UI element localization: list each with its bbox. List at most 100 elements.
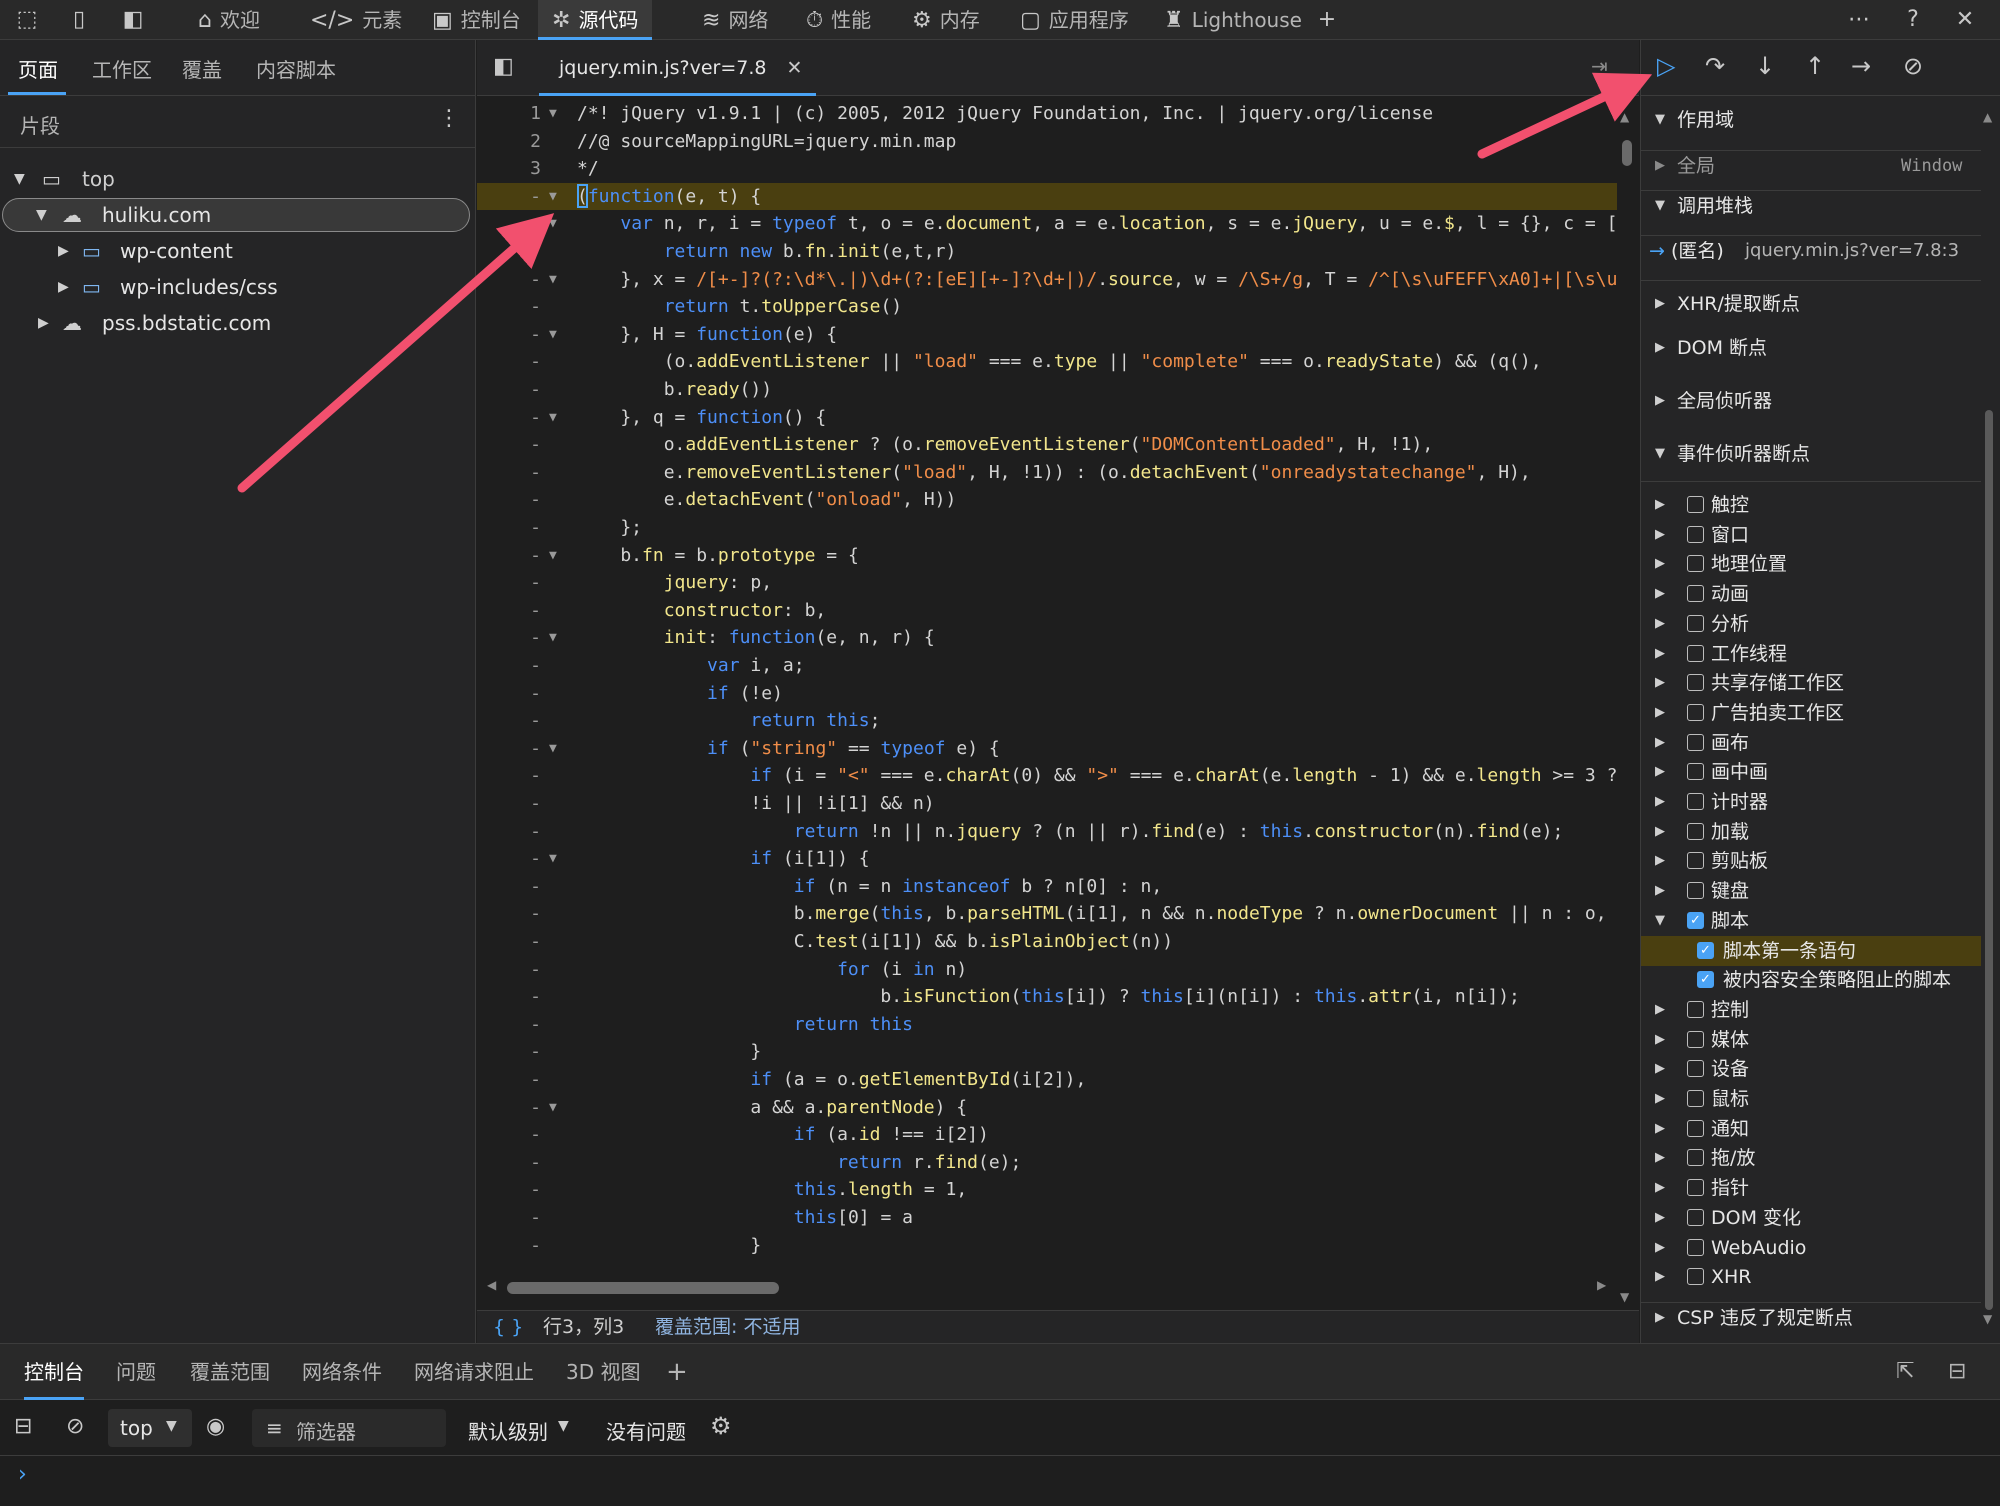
tab-home[interactable]: ⌂ 欢迎 [184,0,274,40]
event-breakpoint-item[interactable]: ▶ 共享存储工作区 [1641,668,1981,698]
fold-toggle-icon[interactable]: ▼ [549,845,557,873]
code-line[interactable]: - !i || !i[1] && n) [477,790,1617,818]
scroll-down-icon[interactable]: ▼ [1983,1312,1992,1326]
checkbox[interactable]: ✓ [1697,941,1714,959]
event-breakpoint-item[interactable]: ✓ 被内容安全策略阻止的脚本 [1641,965,1981,995]
context-selector[interactable]: top ▼ [108,1409,192,1447]
collapse-arrow-icon[interactable]: ▶ [1655,817,1665,847]
scope-global-row[interactable]: ▶ 全局 Window [1641,150,1981,180]
code-line[interactable]: - for (i in n) [477,956,1617,984]
line-number[interactable]: - [477,845,541,873]
line-number[interactable]: - [477,459,541,487]
scroll-right-icon[interactable]: ▶ [1597,1278,1606,1292]
collapse-arrow-icon[interactable]: ▶ [1655,549,1665,579]
line-number[interactable]: - [477,762,541,790]
tree-item-huliku[interactable]: ▼ ☁ huliku.com [0,198,476,232]
snippets-row[interactable]: 片段 ⋮ [0,96,476,148]
collapse-arrow-icon[interactable]: ▶ [38,306,49,340]
event-breakpoint-item[interactable]: ▶ 指针 [1641,1173,1981,1203]
line-number[interactable]: - [477,983,541,1011]
tab-wifi[interactable]: ≋ 网络 [688,0,782,40]
sidebar-toggle-icon[interactable]: ⊟ [14,1414,32,1439]
line-number[interactable]: - [477,1066,541,1094]
scroll-down-icon[interactable]: ▼ [1620,1290,1629,1304]
code-line[interactable]: - if (n = n instanceof b ? n[0] : n, [477,873,1617,901]
event-breakpoint-item[interactable]: ▶ 画中画 [1641,757,1981,787]
step-out-icon[interactable]: ↑ [1805,52,1825,80]
code-line[interactable]: - return !n || n.jquery ? (n || r).find(… [477,818,1617,846]
tab-memory[interactable]: ⚙ 内存 [898,0,994,40]
collapse-arrow-icon[interactable]: ▶ [1655,846,1665,876]
line-number[interactable]: - [477,900,541,928]
code-line[interactable]: - ▼ var n, r, i = typeof t, o = e.documen… [477,210,1617,238]
collapse-arrow-icon[interactable]: ▶ [1655,1262,1665,1292]
line-number[interactable]: - [477,707,541,735]
event-breakpoint-item[interactable]: ▶ XHR [1641,1262,1981,1292]
filter-input[interactable]: ≡ 筛选器 [252,1409,446,1447]
close-drawer-icon[interactable]: ⊟ [1948,1344,1966,1400]
code-line[interactable]: - return r.find(e); [477,1149,1617,1177]
clear-console-icon[interactable]: ⊘ [66,1414,84,1439]
step-over-icon[interactable]: ↷ [1705,52,1725,80]
scroll-left-icon[interactable]: ◀ [487,1278,496,1292]
fold-toggle-icon[interactable]: ▼ [549,624,557,652]
checkbox[interactable] [1687,525,1704,543]
expand-arrow-icon[interactable]: ▼ [1655,906,1665,936]
line-number[interactable]: - [477,376,541,404]
code-line[interactable]: - b.isFunction(this[i]) ? this[i](n[i]) … [477,983,1617,1011]
fold-toggle-icon[interactable]: ▼ [549,542,557,570]
collapse-arrow-icon[interactable]: ▶ [1655,728,1665,758]
line-number[interactable]: 2 [477,128,541,156]
checkbox[interactable] [1687,496,1704,513]
event-breakpoint-item[interactable]: ▶ DOM 变化 [1641,1203,1981,1233]
line-number[interactable]: - [477,431,541,459]
tree-item-bdstatic[interactable]: ▶ ☁ pss.bdstatic.com [0,306,476,340]
tree-item-wp-content[interactable]: ▶ ▭ wp-content [0,234,476,268]
tree-item-top[interactable]: ▼ ▭ top [0,162,476,196]
inspect-element-icon[interactable]: ⬚ [12,5,42,35]
event-breakpoint-item[interactable]: ▶ 媒体 [1641,1025,1981,1055]
line-number[interactable]: - [477,652,541,680]
line-number[interactable]: - [477,514,541,542]
csp-breakpoints-header[interactable]: ▶ CSP 违反了规定断点 [1641,1302,1981,1332]
line-number[interactable]: - [477,873,541,901]
fold-toggle-icon[interactable]: ▼ [549,404,557,432]
checkbox[interactable] [1687,1208,1704,1226]
event-breakpoint-item[interactable]: ▶ WebAudio [1641,1233,1981,1263]
code-line[interactable]: - e.removeEventListener("load", H, !1)) … [477,459,1617,487]
collapse-arrow-icon[interactable]: ▶ [1655,1114,1665,1144]
scrollbar-thumb[interactable] [1985,410,1993,1310]
event-breakpoint-item[interactable]: ▶ 画布 [1641,728,1981,758]
line-number[interactable]: - [477,956,541,984]
event-breakpoint-item[interactable]: ▶ 鼠标 [1641,1084,1981,1114]
vertical-scrollbar[interactable]: ▲ ▼ [1620,110,1634,1310]
collapse-arrow-icon[interactable]: ▶ [1655,757,1665,787]
code-line[interactable]: - (o.addEventListener || "load" === e.ty… [477,348,1617,376]
code-line[interactable]: - } [477,1232,1617,1260]
event-breakpoint-item[interactable]: ▶ 地理位置 [1641,549,1981,579]
line-number[interactable]: - [477,210,541,238]
fold-toggle-icon[interactable]: ▼ [549,735,557,763]
checkbox[interactable] [1687,822,1704,840]
device-toolbar-icon[interactable]: ▯ [64,5,94,35]
expand-arrow-icon[interactable]: ▼ [14,162,25,196]
sidebar-scrollbar[interactable]: ▲ ▼ [1981,110,1997,1330]
dock-side-icon[interactable]: ◧ [118,5,148,35]
line-number[interactable]: - [477,321,541,349]
line-number[interactable]: - [477,1232,541,1260]
pretty-print-icon[interactable]: { } [493,1311,523,1344]
collapse-arrow-icon[interactable]: ▶ [1655,579,1665,609]
collapse-arrow-icon[interactable]: ▶ [1655,1203,1665,1233]
line-number[interactable]: - [477,818,541,846]
code-area[interactable]: 1 ▼ /*! jQuery v1.9.1 | (c) 2005, 2012 jQu… [477,98,1617,1310]
code-line[interactable]: - if (i = "<" === e.charAt(0) && ">" ===… [477,762,1617,790]
collapse-arrow-icon[interactable]: ▶ [1655,1054,1665,1084]
code-line[interactable]: - }; [477,514,1617,542]
checkbox[interactable] [1687,733,1704,751]
drawer-tab-issues[interactable]: 问题 [116,1344,156,1400]
line-number[interactable]: - [477,1121,541,1149]
event-breakpoint-item[interactable]: ▶ 广告拍卖工作区 [1641,698,1981,728]
collapse-arrow-icon[interactable]: ▶ [1655,609,1665,639]
code-line[interactable]: - e.detachEvent("onload", H)) [477,486,1617,514]
collapse-arrow-icon[interactable]: ▶ [58,234,69,268]
